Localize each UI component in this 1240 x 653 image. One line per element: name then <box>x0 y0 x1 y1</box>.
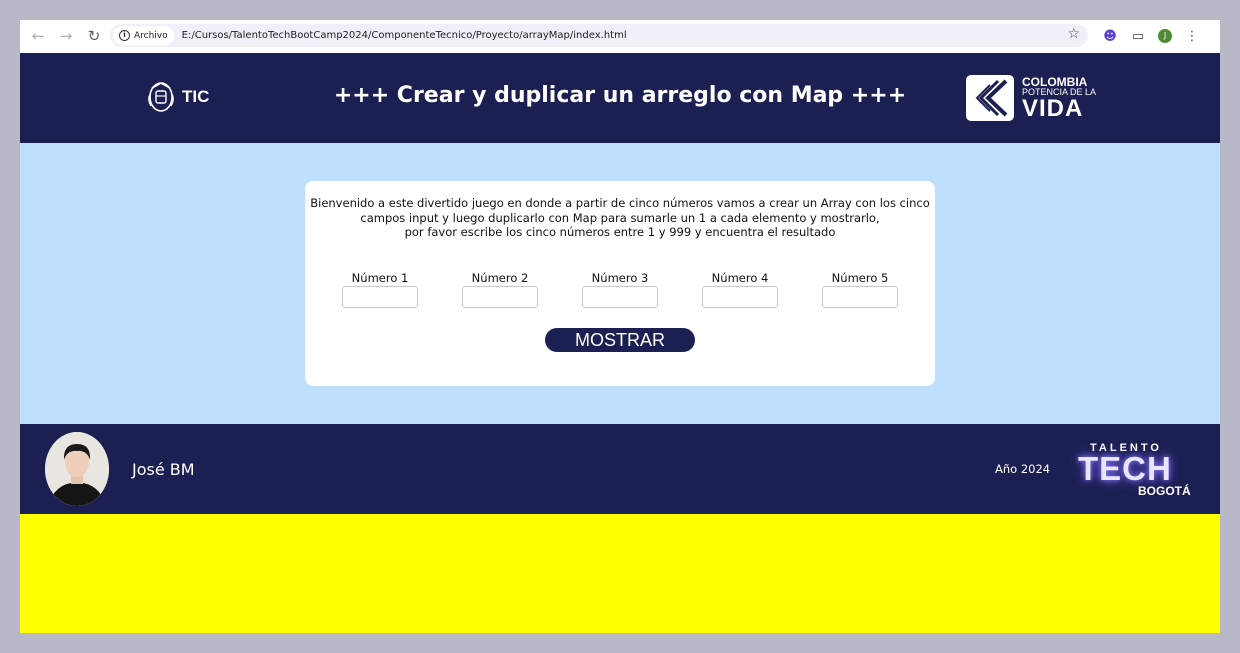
talento-tech-logo-city: BOGOTÁ <box>1138 484 1191 498</box>
year-text: Año 2024 <box>995 462 1051 476</box>
forward-icon[interactable]: → <box>52 22 80 50</box>
number-label-2: Número 2 <box>471 271 529 285</box>
colombia-mark-icon <box>966 75 1014 121</box>
number-input-4[interactable] <box>702 286 778 308</box>
number-input-5[interactable] <box>822 286 898 308</box>
extensions-puzzle-icon[interactable]: ▭ <box>1130 29 1146 44</box>
talento-tech-logo: TALENTO TECH BOGOTÁ <box>1078 442 1208 498</box>
page-footer: José BM Año 2024 TALENTO TECH BOGOTÁ <box>20 424 1220 514</box>
number-field-5: Número 5 <box>820 271 900 308</box>
number-input-2[interactable] <box>462 286 538 308</box>
extension-face-icon[interactable]: ☻ <box>1102 29 1118 44</box>
site-info-chip[interactable]: i Archivo <box>113 26 174 45</box>
show-button[interactable]: MOSTRAR <box>545 328 695 352</box>
menu-kebab-icon[interactable]: ⋮ <box>1184 29 1200 44</box>
number-field-1: Número 1 <box>340 271 420 308</box>
back-icon[interactable]: ← <box>24 22 52 50</box>
number-input-3[interactable] <box>582 286 658 308</box>
page-header: TIC +++ Crear y duplicar un arreglo con … <box>20 53 1220 143</box>
profile-avatar[interactable]: J <box>1158 29 1172 43</box>
main-section: Bienvenido a este divertido juego en don… <box>20 143 1220 424</box>
page-content: TIC +++ Crear y duplicar un arreglo con … <box>20 53 1220 633</box>
talento-tech-logo-tech: TECH <box>1078 450 1172 487</box>
reload-icon[interactable]: ↻ <box>80 22 108 50</box>
number-label-3: Número 3 <box>591 271 649 285</box>
browser-window: ← → ↻ i Archivo E:/Cursos/TalentoTechBoo… <box>20 20 1220 633</box>
number-input-1[interactable] <box>342 286 418 308</box>
form-card: Bienvenido a este divertido juego en don… <box>305 181 935 386</box>
info-icon: i <box>119 30 130 41</box>
number-field-2: Número 2 <box>460 271 540 308</box>
author-avatar <box>45 432 109 506</box>
colombia-logo-line3: VIDA <box>1022 94 1084 122</box>
author-name: José BM <box>132 460 195 479</box>
url-text[interactable]: E:/Cursos/TalentoTechBootCamp2024/Compon… <box>182 30 627 41</box>
address-bar[interactable]: i Archivo E:/Cursos/TalentoTechBootCamp2… <box>110 24 1088 47</box>
intro-line-1: Bienvenido a este divertido juego en don… <box>310 196 930 210</box>
intro-line-3: por favor escribe los cinco números entr… <box>404 225 836 239</box>
intro-line-2: campos input y luego duplicarlo con Map … <box>360 210 880 225</box>
number-field-3: Número 3 <box>580 271 660 308</box>
site-info-label: Archivo <box>134 30 168 41</box>
colombia-logo-line1: COLOMBIA <box>1022 74 1088 89</box>
number-label-5: Número 5 <box>831 271 889 285</box>
number-label-4: Número 4 <box>711 271 769 285</box>
colombia-logo: COLOMBIA POTENCIA DE LA VIDA <box>966 75 1096 121</box>
number-label-1: Número 1 <box>351 271 409 285</box>
number-field-4: Número 4 <box>700 271 780 308</box>
bookmark-star-icon[interactable]: ☆ <box>1067 26 1080 42</box>
author-photo-icon <box>45 432 109 506</box>
yellow-section <box>20 514 1220 633</box>
browser-toolbar: ← → ↻ i Archivo E:/Cursos/TalentoTechBoo… <box>20 20 1220 52</box>
intro-text: Bienvenido a este divertido juego en don… <box>305 196 935 240</box>
